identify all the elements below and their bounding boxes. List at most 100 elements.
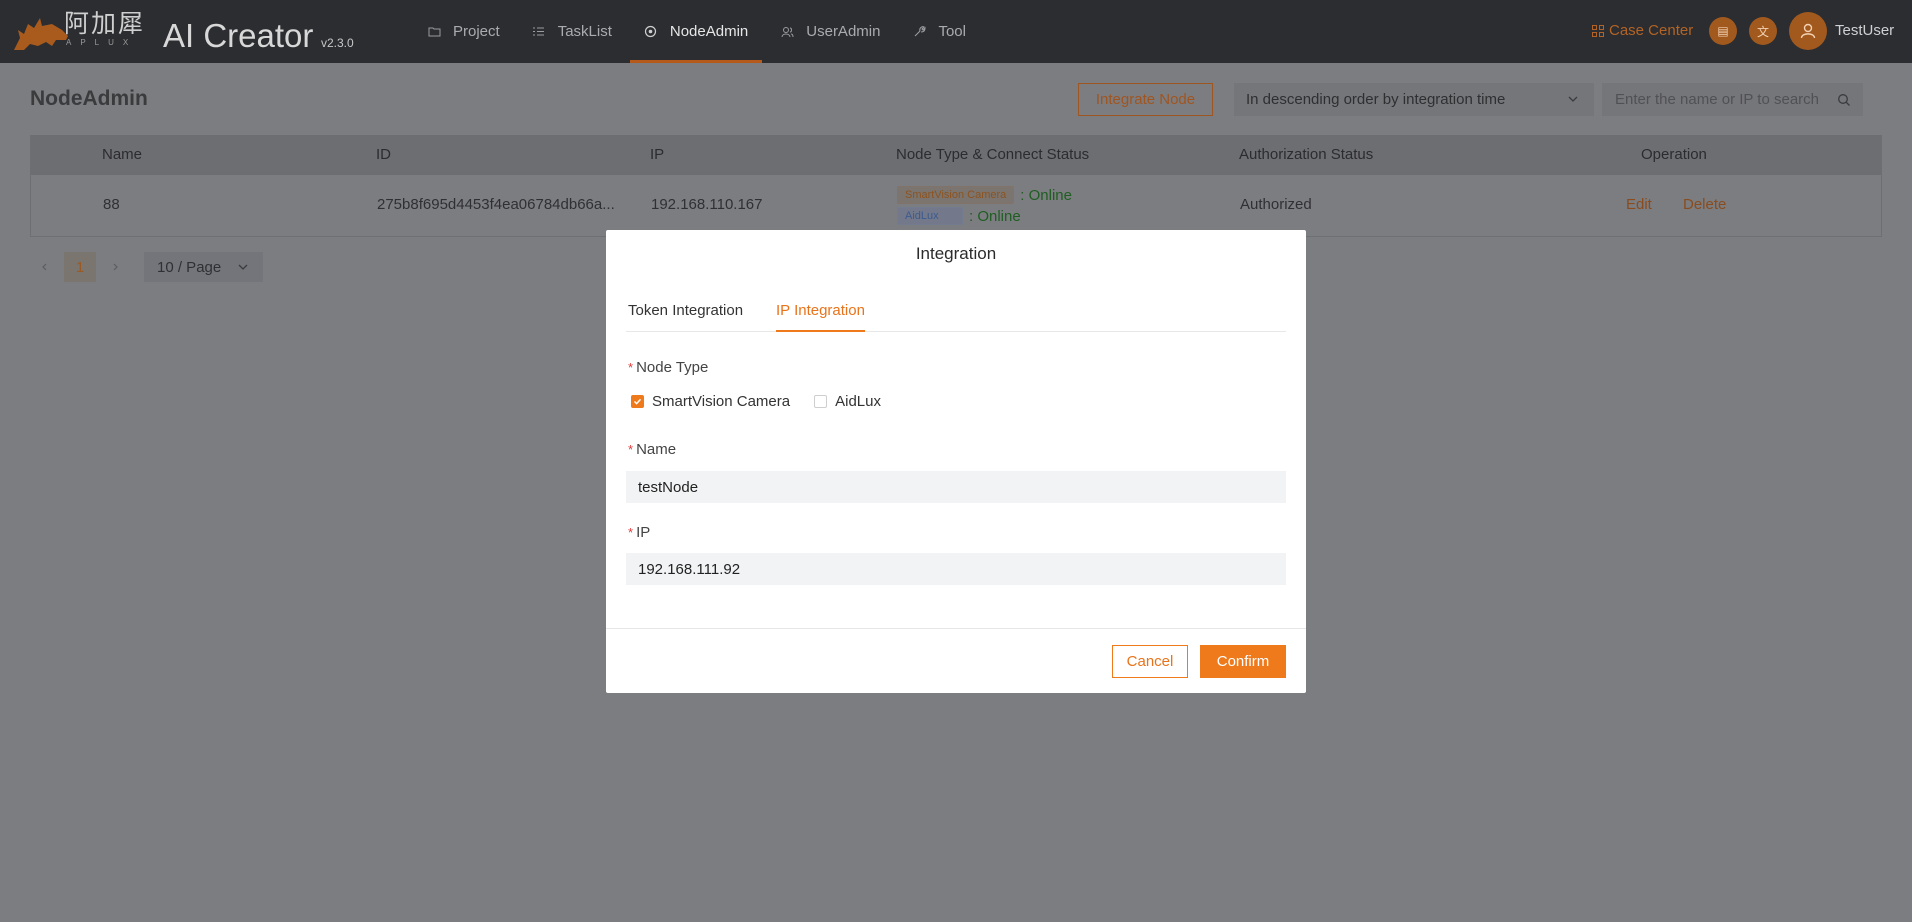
required-asterisk: * [628, 360, 634, 375]
chevron-left-icon [42, 263, 47, 271]
app-title: AI Creator [163, 17, 314, 54]
node-type-tag: SmartVision Camera [897, 186, 1015, 204]
username[interactable]: TestUser [1835, 22, 1894, 39]
app-version: v2.3.0 [321, 36, 354, 50]
integration-dialog: Integration Token Integration IP Integra… [606, 230, 1306, 693]
required-asterisk: * [628, 525, 634, 540]
delete-link[interactable]: Delete [1683, 196, 1726, 213]
case-center-label: Case Center [1609, 22, 1694, 39]
node-type-label: * Node Type [628, 359, 708, 376]
cancel-button[interactable]: Cancel [1112, 645, 1188, 678]
next-page-button[interactable] [100, 252, 130, 282]
grid-icon [1592, 24, 1604, 37]
smartvision-camera-label[interactable]: SmartVision Camera [652, 393, 790, 410]
connect-status: : Online [1020, 186, 1072, 204]
pagination: 1 10 / Page [30, 252, 263, 282]
page-size-select[interactable]: 10 / Page [144, 252, 263, 282]
aidlux-checkbox[interactable] [814, 395, 828, 408]
dialog-title: Integration [915, 244, 997, 263]
notification-button[interactable]: ▤ [1709, 17, 1737, 45]
node-type-options: SmartVision Camera AidLux [631, 393, 905, 410]
sort-select[interactable]: In descending order by integration time [1234, 83, 1594, 116]
page-size-value: 10 / Page [157, 258, 222, 276]
page-title: NodeAdmin [30, 87, 148, 110]
node-type-label-text: Node Type [636, 359, 709, 376]
name-label: * Name [628, 441, 676, 458]
nav-label-project: Project [453, 23, 500, 40]
dialog-footer-divider [606, 628, 1306, 629]
chevron-right-icon [113, 263, 118, 271]
column-header-authorization: Authorization Status [1239, 146, 1374, 163]
edit-link[interactable]: Edit [1626, 196, 1652, 213]
nav-item-useradmin[interactable]: UserAdmin [766, 0, 894, 63]
required-asterisk: * [628, 442, 634, 457]
cell-authorization: Authorized [1240, 196, 1312, 213]
tool-icon [912, 25, 926, 39]
chevron-down-icon [238, 264, 248, 270]
node-type-tag: AidLux [897, 207, 963, 225]
list-icon [532, 25, 546, 39]
connect-status-text: Online [1028, 186, 1072, 204]
page-header: NodeAdmin Integrate Node In descending o… [11, 75, 1901, 123]
chevron-down-icon [1568, 96, 1578, 102]
users-icon [780, 25, 794, 39]
tab-ip-integration[interactable]: IP Integration [776, 292, 865, 332]
ip-label-text: IP [636, 524, 651, 541]
user-icon [1800, 23, 1816, 39]
smartvision-camera-checkbox[interactable] [631, 395, 644, 408]
tab-token-integration[interactable]: Token Integration [628, 292, 743, 332]
logo-chinese-name: 阿加犀 [64, 10, 146, 38]
ip-input[interactable] [626, 553, 1286, 585]
cell-node-types: SmartVision Camera : Online AidLux : Onl… [897, 185, 1072, 227]
rhino-logo-icon [14, 18, 68, 50]
avatar[interactable] [1789, 12, 1827, 50]
nav-item-tasklist[interactable]: TaskList [518, 0, 626, 63]
node-table: Name ID IP Node Type & Connect Status Au… [30, 135, 1882, 237]
nav-label-useradmin: UserAdmin [806, 23, 881, 40]
language-button[interactable]: 文 [1749, 17, 1777, 45]
nav-item-nodeadmin[interactable]: NodeAdmin [629, 0, 763, 63]
name-label-text: Name [636, 441, 677, 458]
nav-item-tool[interactable]: Tool [898, 0, 980, 63]
integrate-node-button[interactable]: Integrate Node [1078, 83, 1213, 116]
prev-page-button[interactable] [30, 252, 60, 282]
cell-id: 275b8f695d4453f4ea06784db66a... [377, 196, 615, 213]
node-type-entry: SmartVision Camera : Online [897, 185, 1072, 205]
name-input[interactable] [626, 471, 1286, 503]
message-icon: ▤ [1717, 24, 1729, 38]
column-header-id: ID [376, 146, 391, 163]
connect-status-text: Online [977, 207, 1021, 225]
search-input[interactable] [1602, 83, 1863, 116]
confirm-button[interactable]: Confirm [1200, 645, 1286, 678]
column-header-node-type: Node Type & Connect Status [896, 146, 1090, 163]
integration-tabs: Token Integration IP Integration [626, 292, 1286, 332]
check-icon [633, 398, 642, 405]
top-navbar: 阿加犀 APLUX AI Creator v2.3.0 Project Task… [0, 0, 1912, 63]
cell-ip: 192.168.110.167 [651, 196, 763, 213]
logo-text: 阿加犀 APLUX [64, 10, 154, 48]
folder-icon [427, 25, 441, 39]
ip-label: * IP [628, 524, 650, 541]
column-header-operation: Operation [1641, 146, 1707, 163]
node-type-entry: AidLux : Online [897, 205, 1072, 227]
nav-item-project[interactable]: Project [413, 0, 514, 63]
case-center-link[interactable]: Case Center [1592, 22, 1693, 39]
search-box [1602, 83, 1863, 116]
nav-label-nodeadmin: NodeAdmin [669, 23, 749, 40]
logo-subtitle: APLUX [66, 38, 138, 47]
search-icon[interactable] [1837, 93, 1851, 107]
column-header-ip: IP [650, 146, 665, 163]
logo[interactable] [12, 10, 70, 52]
connect-status: : Online [969, 207, 1021, 225]
table-header: Name ID IP Node Type & Connect Status Au… [30, 135, 1882, 175]
main-nav: Project TaskList NodeAdmin UserAdmin Too… [413, 0, 984, 63]
cell-name: 88 [103, 196, 120, 213]
column-header-name: Name [102, 146, 143, 163]
nav-label-tool: Tool [938, 23, 966, 40]
nav-label-tasklist: TaskList [557, 23, 612, 40]
table-row: 88 275b8f695d4453f4ea06784db66a... 192.1… [30, 175, 1882, 237]
sort-select-value: In descending order by integration time [1246, 91, 1506, 108]
page-number-current[interactable]: 1 [64, 252, 96, 282]
aidlux-label[interactable]: AidLux [835, 393, 881, 410]
translate-icon: 文 [1756, 24, 1769, 39]
